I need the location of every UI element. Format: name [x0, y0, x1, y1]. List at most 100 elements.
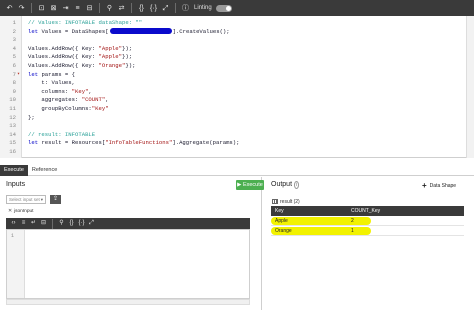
table-row[interactable]: Apple 2 — [271, 216, 464, 226]
toolbar-divider — [31, 3, 32, 13]
toolbar-divider — [52, 218, 53, 229]
result-count: result (2) — [280, 199, 300, 205]
line-number: 16 — [9, 148, 16, 155]
code-editor[interactable]: 1// Values: INFOTABLE dataShape: "" 2 let … — [0, 16, 466, 158]
code-token: Values = DataShapes[ — [41, 27, 109, 35]
input-set-placeholder: Select input set — [9, 197, 40, 202]
format-icon[interactable]: ≡ — [72, 3, 83, 14]
code-token: Values.AddRow({ Key: — [28, 53, 99, 61]
code-token: let — [28, 27, 42, 35]
toolbar-divider — [175, 3, 176, 13]
comment-icon[interactable]: ⊡ — [36, 3, 47, 14]
code-token: , — [88, 87, 92, 95]
code-token: // result: INFOTABLE — [28, 130, 96, 138]
fold-icon[interactable]: ⊟ — [84, 3, 95, 14]
format-icon[interactable]: ≡ — [19, 219, 28, 228]
code-token: // Values: INFOTABLE dataShape: "" — [28, 19, 143, 26]
code-token: aggregates: — [28, 96, 82, 104]
code-token: }); — [122, 53, 133, 61]
code-token: result = Resources[ — [41, 139, 106, 147]
braces-icon[interactable]: {} — [136, 3, 147, 14]
undo-icon[interactable]: ↶ — [4, 3, 15, 14]
output-title: Output i — [271, 181, 300, 189]
column-header-key[interactable]: Key — [275, 206, 284, 216]
data-shape-label: Data Shape — [429, 182, 457, 189]
code-token: groupByColumns: — [28, 105, 92, 112]
cell-count: 1 — [351, 228, 354, 234]
code-token: }); — [125, 62, 136, 69]
json-input-label: ✕ jsonInput — [8, 209, 34, 214]
json-input-name: jsonInput — [14, 209, 34, 214]
expand-icon[interactable]: ⤢ — [87, 219, 96, 228]
code-token: "InfoTableFunctions" — [105, 139, 173, 147]
info-icon[interactable]: ⓘ — [180, 3, 191, 14]
result-table: Key COUNT_Key Apple 2 Orange 1 — [271, 206, 464, 236]
code-token: "Key" — [91, 105, 109, 112]
tab-execute[interactable]: Execute — [0, 165, 28, 176]
linting-toggle[interactable] — [215, 4, 232, 12]
search-icon[interactable]: ⚲ — [104, 3, 115, 14]
cell-key: Orange — [275, 228, 292, 234]
linting-label: Linting — [194, 5, 212, 11]
output-title-text: Output — [271, 181, 293, 188]
indent-icon[interactable]: ⇥ — [60, 3, 71, 14]
wrap-icon[interactable]: ↵ — [29, 219, 38, 228]
input-set-select[interactable]: Select input set ▾ — [6, 195, 46, 204]
code-token: "Orange" — [98, 62, 126, 69]
braces-icon[interactable]: {} — [67, 219, 76, 228]
close-icon[interactable]: ✕ — [8, 209, 12, 214]
execute-button-label: Execute — [242, 182, 263, 188]
plus-icon: + — [422, 181, 427, 190]
toolbar-divider — [131, 3, 132, 13]
cell-key: Apple — [275, 218, 288, 224]
json-gutter: 1 — [7, 230, 25, 298]
table-icon — [272, 199, 278, 205]
code-token: "Key" — [71, 87, 89, 95]
inputs-title: Inputs — [6, 181, 26, 188]
column-header-count[interactable]: COUNT_Key — [351, 206, 380, 216]
code-line[interactable]: 16 — [0, 147, 466, 156]
code-token: let — [28, 70, 42, 78]
fold-icon[interactable]: ⊟ — [39, 219, 48, 228]
output-panel — [263, 177, 474, 310]
search-icon[interactable]: ⚲ — [57, 219, 66, 228]
editor-scrollbar[interactable] — [466, 16, 474, 158]
expand-icon[interactable]: ⤢ — [160, 3, 171, 14]
code-token: Values.AddRow({ Key: — [28, 44, 99, 52]
code-token: ].CreateValues(); — [172, 27, 230, 35]
chevron-down-icon: ▾ — [40, 197, 43, 202]
code-token: }; — [28, 113, 35, 121]
uncomment-icon[interactable]: ⊠ — [48, 3, 59, 14]
code-token: }); — [122, 44, 133, 52]
redo-icon[interactable]: ↷ — [16, 3, 27, 14]
code-token: let — [28, 139, 42, 147]
code-token: , — [105, 96, 109, 104]
code-token: "COUNT" — [81, 96, 106, 104]
replace-icon[interactable]: ⇄ — [116, 3, 127, 14]
info-icon[interactable]: i — [293, 181, 300, 189]
table-header: Key COUNT_Key — [271, 206, 464, 216]
code-icon[interactable]: ‹› — [9, 219, 18, 228]
code-token: "Apple" — [98, 53, 123, 61]
brackets-icon[interactable]: {·} — [148, 3, 159, 14]
json-toolbar: ‹› ≡ ↵ ⊟ ⚲ {} {·} ⤢ — [6, 218, 250, 229]
table-row[interactable]: Orange 1 — [271, 226, 464, 236]
code-token: columns: — [28, 87, 72, 95]
code-token: "Apple" — [98, 44, 123, 52]
data-shape-button[interactable]: + Data Shape — [422, 181, 456, 190]
code-token: t: Values, — [28, 79, 75, 87]
code-token: ].Aggregate(params); — [172, 139, 240, 147]
upload-icon[interactable]: ⇪ — [50, 195, 61, 204]
brackets-icon[interactable]: {·} — [77, 219, 86, 228]
cell-count: 2 — [351, 218, 354, 224]
toolbar-divider — [99, 3, 100, 13]
code-token: params = { — [41, 70, 76, 78]
line-number: 1 — [11, 233, 15, 239]
code-token: Values.AddRow({ Key: — [28, 62, 99, 69]
redaction-mark — [109, 28, 172, 35]
result-label: result (2) — [272, 199, 300, 205]
json-input-editor[interactable]: 1 — [6, 229, 250, 299]
execute-button[interactable]: ▶ Execute — [236, 180, 264, 190]
json-scrollbar[interactable] — [6, 299, 250, 305]
tab-reference[interactable]: Reference — [28, 165, 61, 176]
